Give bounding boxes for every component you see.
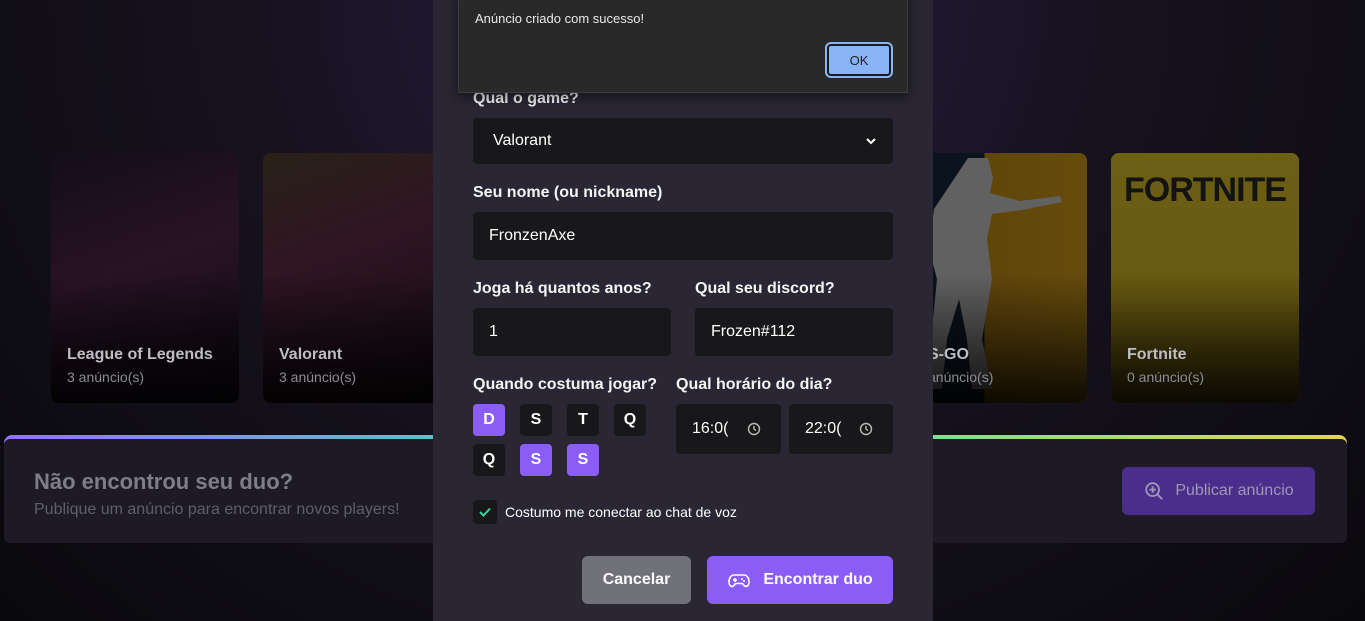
banner-subtitle: Publique um anúncio para encontrar novos… bbox=[34, 501, 400, 518]
game-card-fortnite[interactable]: FORTNITE Fortnite 0 anúncio(s) bbox=[1111, 153, 1299, 403]
publish-ad-label: Publicar anúncio bbox=[1175, 482, 1294, 499]
create-ad-modal: Qual o game? Valorant Seu nome (ou nickn… bbox=[433, 0, 933, 621]
game-title: Fortnite bbox=[1127, 346, 1187, 363]
game-select[interactable]: Valorant bbox=[473, 118, 893, 164]
game-card-csgo[interactable]: S-GO anúncio(s) bbox=[928, 153, 1087, 403]
years-input[interactable]: 1 bbox=[473, 308, 671, 356]
find-duo-button[interactable]: Encontrar duo bbox=[707, 556, 893, 604]
hour-start-value: 16:0( bbox=[692, 420, 729, 437]
game-title: Valorant bbox=[279, 346, 343, 363]
gamepad-icon bbox=[728, 574, 751, 588]
publish-ad-button[interactable]: Publicar anúncio bbox=[1122, 467, 1315, 515]
alert-message: Anúncio criado com sucesso! bbox=[475, 11, 645, 26]
days-label: Quando costuma jogar? bbox=[473, 376, 658, 393]
voice-chat-checkbox[interactable] bbox=[473, 500, 497, 524]
game-card-valorant[interactable]: Valorant 3 anúncio(s) bbox=[263, 153, 438, 403]
name-input[interactable]: FronzenAxe bbox=[473, 212, 893, 260]
day-toggle-tuesday[interactable]: T bbox=[567, 404, 599, 436]
game-title: League of Legends bbox=[67, 346, 213, 363]
discord-label: Qual seu discord? bbox=[695, 280, 835, 297]
name-input-value: FronzenAxe bbox=[489, 227, 576, 244]
clock-icon[interactable] bbox=[747, 422, 761, 436]
game-select-value: Valorant bbox=[493, 132, 552, 149]
magnifying-glass-plus-icon bbox=[1145, 482, 1164, 500]
game-ad-count: 3 anúncio(s) bbox=[67, 369, 145, 385]
name-label: Seu nome (ou nickname) bbox=[473, 184, 663, 201]
day-toggle-thursday[interactable]: Q bbox=[473, 444, 505, 476]
ok-button[interactable]: OK bbox=[825, 42, 893, 78]
clock-icon[interactable] bbox=[859, 422, 873, 436]
banner-title: Não encontrou seu duo? bbox=[34, 469, 294, 494]
discord-input-value: Frozen#112 bbox=[711, 323, 796, 340]
find-duo-label: Encontrar duo bbox=[763, 571, 873, 588]
voice-chat-label: Costumo me conectar ao chat de voz bbox=[505, 504, 737, 520]
day-toggle-wednesday[interactable]: Q bbox=[614, 404, 646, 436]
success-alert-dialog: Anúncio criado com sucesso! OK bbox=[458, 0, 908, 93]
game-title: S-GO bbox=[928, 346, 969, 363]
discord-input[interactable]: Frozen#112 bbox=[695, 308, 893, 356]
game-ad-count: 0 anúncio(s) bbox=[1127, 369, 1205, 385]
years-label: Joga há quantos anos? bbox=[473, 280, 652, 297]
chevron-down-icon bbox=[866, 138, 876, 145]
day-toggle-sunday[interactable]: D bbox=[473, 404, 505, 436]
hour-end-value: 22:0( bbox=[805, 420, 842, 437]
years-input-value: 1 bbox=[489, 323, 498, 340]
hour-start-input[interactable]: 16:0( bbox=[676, 404, 781, 454]
game-ad-count: 3 anúncio(s) bbox=[279, 369, 357, 385]
day-toggle-friday[interactable]: S bbox=[520, 444, 552, 476]
hour-end-input[interactable]: 22:0( bbox=[789, 404, 893, 454]
day-toggle-monday[interactable]: S bbox=[520, 404, 552, 436]
day-toggle-saturday[interactable]: S bbox=[567, 444, 599, 476]
cancel-button[interactable]: Cancelar bbox=[582, 556, 691, 604]
check-icon bbox=[479, 507, 491, 517]
game-ad-count: anúncio(s) bbox=[928, 369, 994, 385]
game-card-league-of-legends[interactable]: League of Legends 3 anúncio(s) bbox=[51, 153, 239, 403]
hours-label: Qual horário do dia? bbox=[676, 376, 833, 393]
